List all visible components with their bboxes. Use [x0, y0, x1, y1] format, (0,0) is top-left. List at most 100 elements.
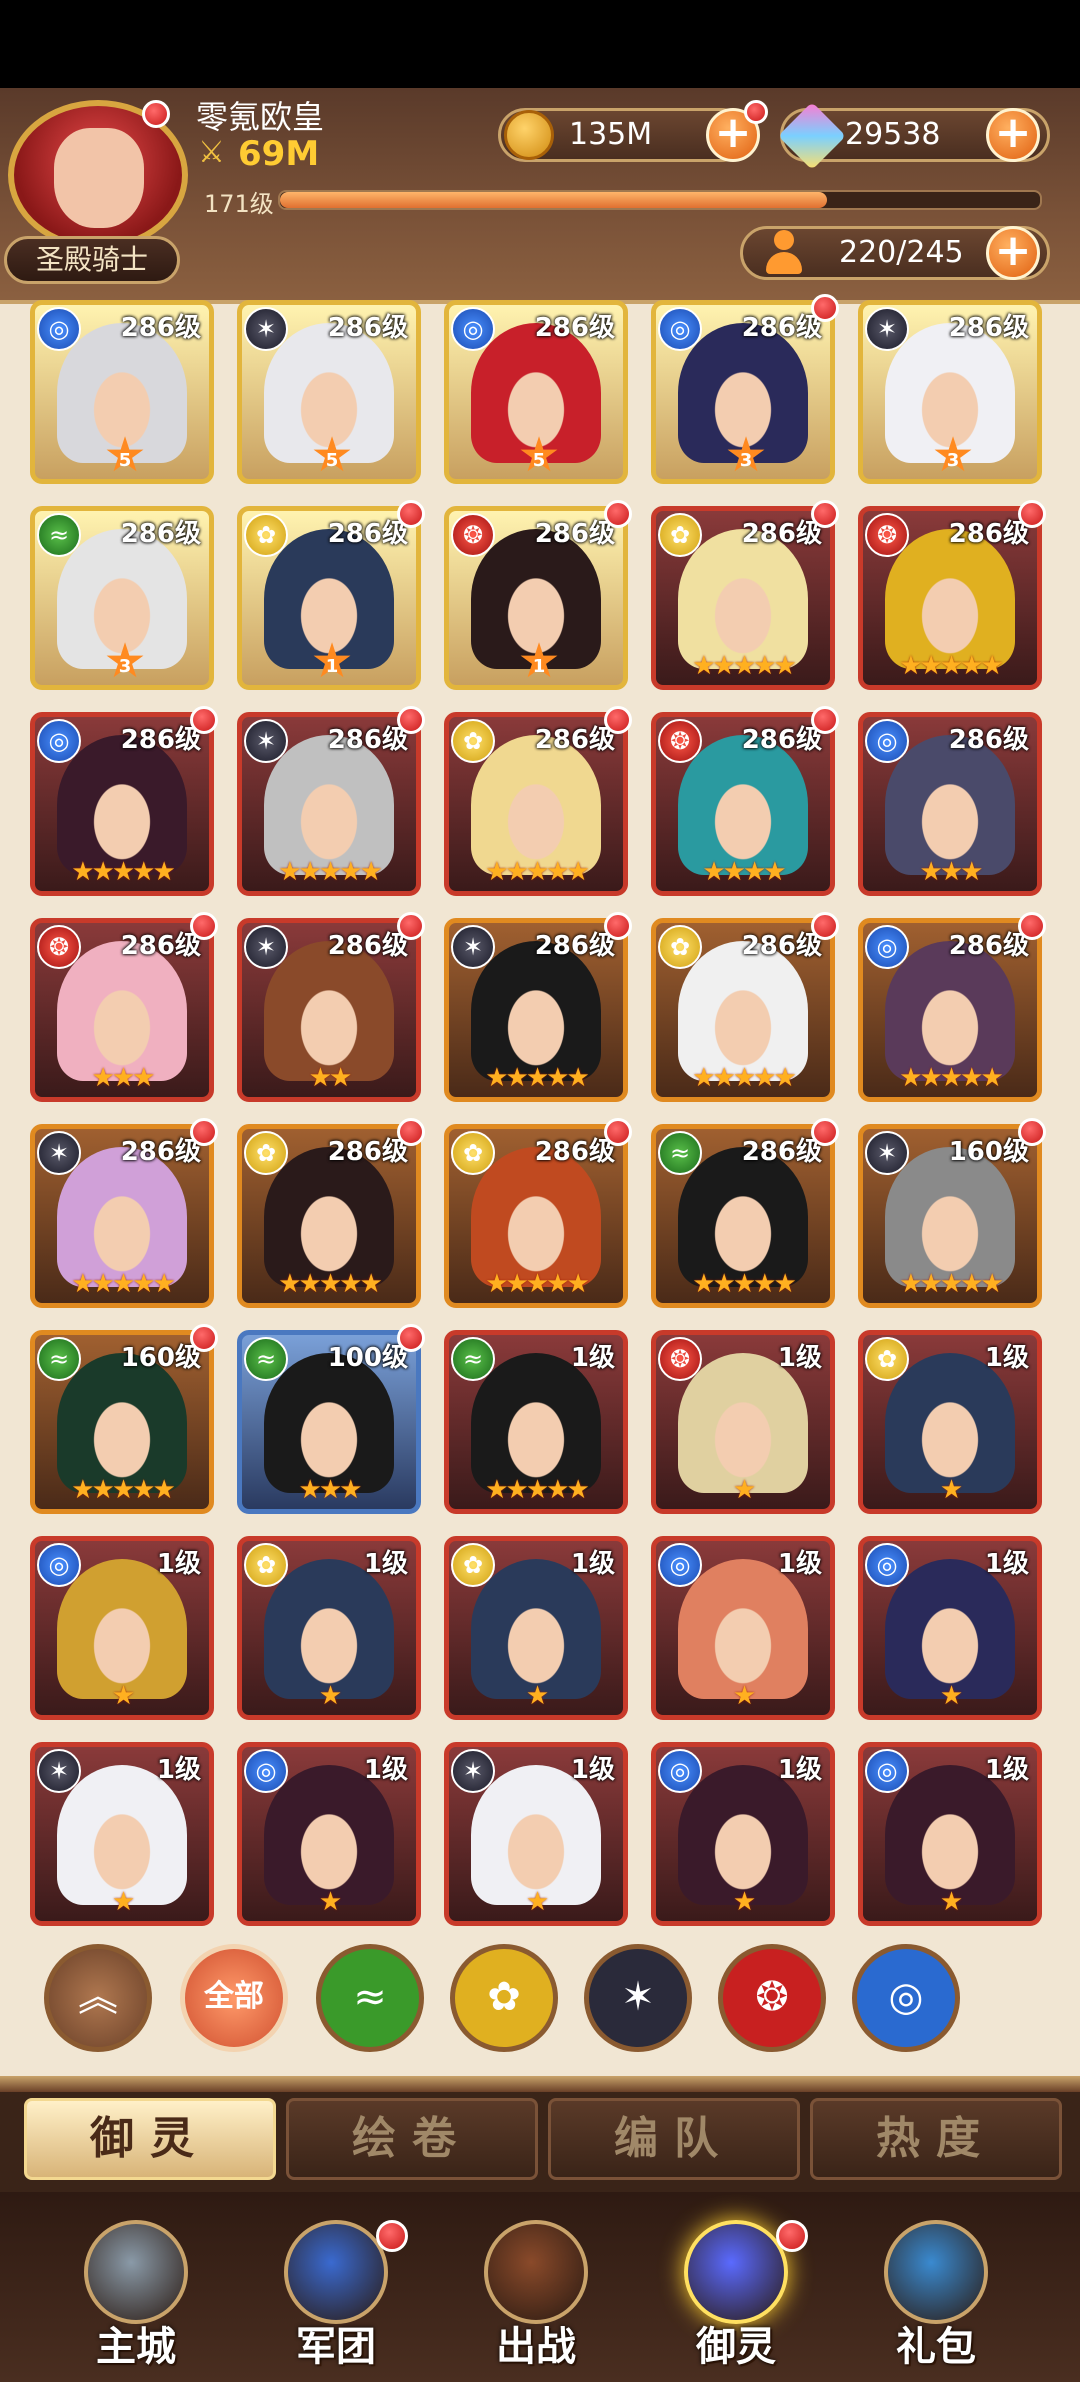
nav-item-0[interactable]: 主城	[46, 2210, 226, 2382]
hero-card[interactable]: ✶ 286级 ★★★★★	[30, 1124, 214, 1308]
add-gold-notification-dot	[744, 100, 768, 124]
hero-portrait	[57, 1765, 187, 1905]
star-rank-badge: ★ 3	[101, 637, 149, 685]
hero-card[interactable]: ❂ 286级 ★ 1	[444, 506, 628, 690]
hero-card[interactable]: ≈160级 ★★★★★	[30, 1330, 214, 1514]
hero-card[interactable]: ✿ 1级 ★	[858, 1330, 1042, 1514]
star-rank-number: 3	[946, 450, 960, 471]
hero-portrait	[885, 735, 1015, 875]
hero-notification-dot	[397, 1118, 425, 1146]
hero-card[interactable]: ❂ 1级 ★	[651, 1330, 835, 1514]
light-element-icon: ✿	[244, 513, 288, 557]
hero-card[interactable]: ✶ 286级 ★★★★★	[444, 918, 628, 1102]
hero-level: 160级	[120, 1343, 201, 1373]
hero-notification-dot	[604, 706, 632, 734]
hero-card[interactable]: ✿ 1级 ★	[444, 1536, 628, 1720]
filter-light-icon[interactable]: ✿	[450, 1944, 558, 2052]
hero-card[interactable]: ≈286级 ★ 3	[30, 506, 214, 690]
add-capacity-button[interactable]: +	[986, 226, 1040, 280]
wind-element-icon: ≈	[244, 1337, 288, 1381]
hero-portrait	[57, 1353, 187, 1493]
tab-3[interactable]: 热度	[810, 2098, 1062, 2180]
hero-card[interactable]: ❂ 286级 ★★★★★	[858, 506, 1042, 690]
nav-item-4[interactable]: 礼包	[846, 2210, 1026, 2382]
hero-card[interactable]: ✶ 286级 ★★★★★	[237, 712, 421, 896]
hero-card[interactable]: ◎ 1级 ★	[30, 1536, 214, 1720]
star-rank-badge: ★ 1	[515, 637, 563, 685]
hero-level: 286级	[327, 931, 408, 961]
hero-portrait	[885, 1147, 1015, 1287]
hero-card[interactable]: ≈286级 ★★★★★	[651, 1124, 835, 1308]
hero-card[interactable]: ✿ 286级 ★ 1	[237, 506, 421, 690]
hero-card[interactable]: ✿ 286级 ★★★★★	[237, 1124, 421, 1308]
nav-label: 出战	[496, 2324, 576, 2370]
hero-card[interactable]: ✿ 286级 ★★★★★	[651, 918, 835, 1102]
filter-all-button[interactable]: 全部	[180, 1944, 288, 2052]
gold-amount: 135M	[569, 117, 653, 152]
hero-card[interactable]: ✿ 286级 ★★★★★	[651, 506, 835, 690]
hero-card[interactable]: ✿ 286级 ★★★★★	[444, 1124, 628, 1308]
hero-card[interactable]: ◎ 286级 ★★★★★	[858, 918, 1042, 1102]
hero-portrait	[885, 1353, 1015, 1493]
star-rank-badge: ★ 5	[308, 431, 356, 479]
filter-water-icon[interactable]: ◎	[852, 1944, 960, 2052]
hero-card[interactable]: ◎ 1级 ★	[651, 1536, 835, 1720]
dark-element-icon: ✶	[37, 1749, 81, 1793]
hero-portrait	[264, 1147, 394, 1287]
hero-card[interactable]: ✶ 160级 ★★★★★	[858, 1124, 1042, 1308]
fire-element-icon: ❂	[37, 925, 81, 969]
star-rating: ★★★	[91, 1063, 156, 1093]
hero-card[interactable]: ❂ 286级 ★★★★	[651, 712, 835, 896]
hero-card[interactable]: ◎ 1级 ★	[858, 1536, 1042, 1720]
hero-card[interactable]: ✶ 1级 ★	[30, 1742, 214, 1926]
star-rating: ★★★★★	[278, 1269, 383, 1299]
wind-element-icon: ≈	[37, 513, 81, 557]
nav-item-3[interactable]: 御灵	[646, 2210, 826, 2382]
star-rating: ★★★★★	[899, 1063, 1004, 1093]
hero-notification-dot	[190, 1324, 218, 1352]
filter-wind-icon[interactable]: ≈	[316, 1944, 424, 2052]
hero-card[interactable]: ◎ 1级 ★	[237, 1742, 421, 1926]
filter-fire-icon[interactable]: ❂	[718, 1944, 826, 2052]
filter-dark-icon[interactable]: ✶	[584, 1944, 692, 2052]
hero-card[interactable]: ◎ 286级 ★ 5	[444, 300, 628, 484]
tab-1[interactable]: 绘卷	[286, 2098, 538, 2180]
combat-power: 69M	[238, 134, 320, 174]
hero-card[interactable]: ◎ 286级 ★ 5	[30, 300, 214, 484]
star-rating: ★	[732, 1475, 756, 1505]
hero-card[interactable]: ✶ 286级 ★★	[237, 918, 421, 1102]
nav-item-1[interactable]: 军团	[246, 2210, 426, 2382]
hero-card[interactable]: ◎ 286级 ★★★	[858, 712, 1042, 896]
tab-0[interactable]: 御灵	[24, 2098, 276, 2180]
hero-level: 286级	[120, 519, 201, 549]
hero-level: 1级	[570, 1755, 615, 1785]
dark-element-icon: ✶	[451, 925, 495, 969]
hero-level: 100级	[327, 1343, 408, 1373]
hero-card[interactable]: ◎ 1级 ★	[858, 1742, 1042, 1926]
water-element-icon: ◎	[37, 719, 81, 763]
hero-card[interactable]: ✿ 1级 ★	[237, 1536, 421, 1720]
hero-level: 286级	[741, 725, 822, 755]
hero-card[interactable]: ≈1级 ★★★★★	[444, 1330, 628, 1514]
player-title-badge[interactable]: 圣殿骑士	[4, 236, 180, 284]
hero-card[interactable]: ✿ 286级 ★★★★★	[444, 712, 628, 896]
star-rating: ★	[525, 1887, 549, 1917]
hero-level: 1级	[777, 1755, 822, 1785]
fire-element-icon: ❂	[451, 513, 495, 557]
hero-card[interactable]: ✶ 1级 ★	[444, 1742, 628, 1926]
hero-card[interactable]: ❂ 286级 ★★★	[30, 918, 214, 1102]
player-level: 171级	[204, 190, 274, 218]
hero-card[interactable]: ≈100级 ★★★	[237, 1330, 421, 1514]
add-crystal-button[interactable]: +	[986, 108, 1040, 162]
hero-card[interactable]: ◎ 1级 ★	[651, 1742, 835, 1926]
star-rank-number: 3	[739, 450, 753, 471]
hero-level: 286级	[534, 931, 615, 961]
nav-icon	[884, 2220, 988, 2324]
hero-card[interactable]: ◎ 286级 ★★★★★	[30, 712, 214, 896]
nav-item-2[interactable]: 出战	[446, 2210, 626, 2382]
double-chevron-up-icon[interactable]: ︽	[44, 1944, 152, 2052]
hero-card[interactable]: ✶ 286级 ★ 5	[237, 300, 421, 484]
tab-2[interactable]: 编队	[548, 2098, 800, 2180]
hero-card[interactable]: ✶ 286级 ★ 3	[858, 300, 1042, 484]
hero-card[interactable]: ◎ 286级 ★ 3	[651, 300, 835, 484]
